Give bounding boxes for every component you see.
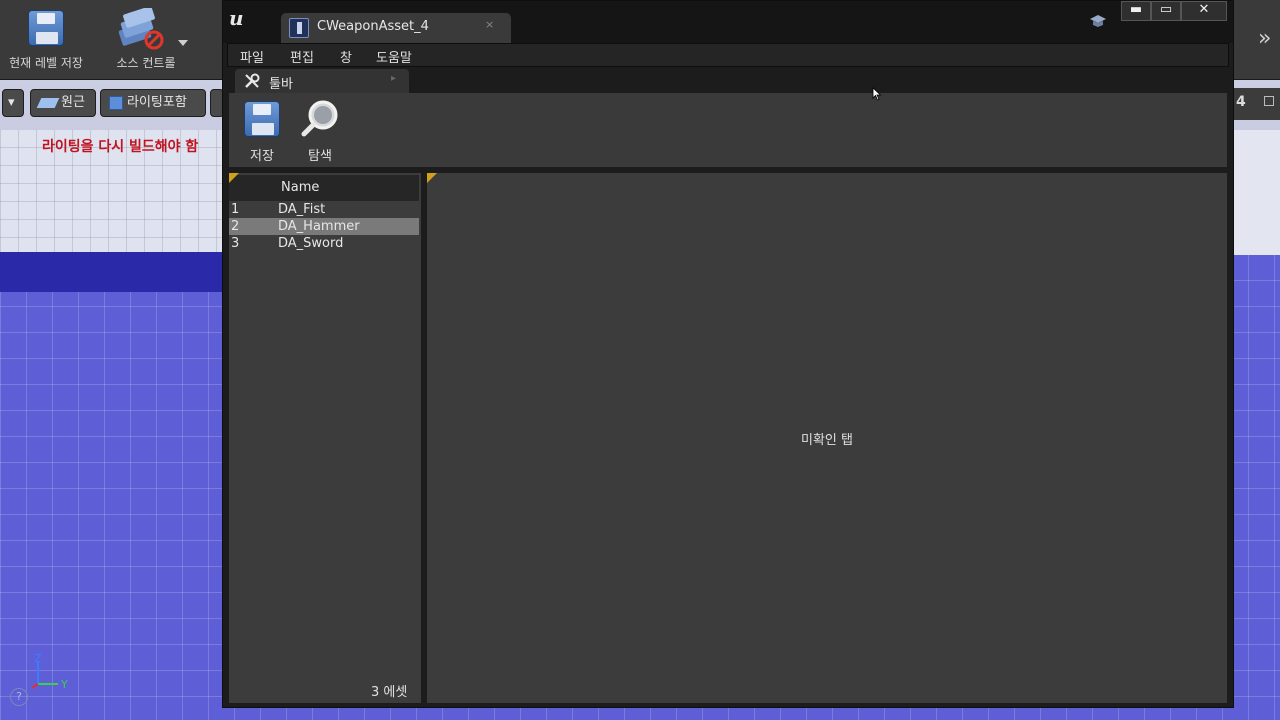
save-icon xyxy=(244,101,280,137)
save-button[interactable]: 저장 xyxy=(237,99,287,164)
panel-corner-marker xyxy=(427,173,437,183)
maximize-viewport-icon[interactable] xyxy=(1264,96,1274,106)
tutorial-cap-icon[interactable] xyxy=(1089,12,1107,30)
viewport-toolbar: ▾ 원근 라이팅포함 xyxy=(0,86,224,122)
document-tab[interactable]: CWeaponAsset_4 × xyxy=(281,13,511,43)
source-control-label: 소스 컨트롤 xyxy=(116,56,176,70)
toolbar-tab-row: 툴바 ▸ xyxy=(227,67,1229,93)
mouse-cursor-icon xyxy=(872,87,882,101)
minimize-button[interactable]: ▬ xyxy=(1121,1,1151,21)
asset-row-name: DA_Hammer xyxy=(278,219,360,234)
asset-row-selected[interactable]: 2 DA_Hammer xyxy=(229,218,419,235)
data-asset-icon xyxy=(289,18,309,38)
asset-row-number: 3 xyxy=(231,236,240,251)
document-tab-title: CWeaponAsset_4 xyxy=(317,19,429,34)
asset-toolbar: 저장 탐색 xyxy=(229,93,1227,167)
tab-toolbar[interactable]: 툴바 ▸ xyxy=(235,69,409,93)
perspective-icon xyxy=(36,97,60,108)
column-header-name[interactable]: Name xyxy=(281,180,319,195)
browse-button[interactable]: 탐색 xyxy=(295,99,345,164)
lighting-cube-icon xyxy=(109,95,123,110)
viewport-rail xyxy=(0,252,240,292)
magnifier-icon xyxy=(301,100,338,137)
menu-file[interactable]: 파일 xyxy=(240,47,264,66)
save-level-label: 현재 레벨 저장 xyxy=(9,56,83,70)
perspective-button[interactable]: 원근 xyxy=(30,89,96,117)
rebuild-lighting-warning: 라이팅을 다시 빌드해야 함 xyxy=(42,139,199,155)
asset-row[interactable]: 1 DA_Fist xyxy=(229,201,419,218)
asset-row-name: DA_Fist xyxy=(278,202,326,217)
tab-close-dot-icon[interactable]: ▸ xyxy=(391,73,396,84)
source-control-button[interactable]: 소스 컨트롤 xyxy=(100,6,192,76)
tab-close-icon[interactable]: × xyxy=(485,18,494,31)
title-bar[interactable]: u CWeaponAsset_4 × ▬ ▭ ✕ xyxy=(223,1,1233,43)
perspective-label: 원근 xyxy=(61,95,85,110)
asset-list-panel: Name 1 DA_Fist 2 DA_Hammer 3 DA_Sword 3 … xyxy=(229,173,421,703)
menu-help[interactable]: 도움말 xyxy=(376,47,412,66)
wrench-icon xyxy=(245,73,260,88)
axis-z-label: Z xyxy=(34,652,42,665)
asset-editor-window: u CWeaponAsset_4 × ▬ ▭ ✕ 파일 편집 창 도움말 툴바 … xyxy=(222,0,1234,708)
menu-window[interactable]: 창 xyxy=(340,47,352,66)
asset-row[interactable]: 3 DA_Sword xyxy=(229,235,419,252)
lighting-mode-button[interactable]: 라이팅포함 xyxy=(100,89,206,117)
browse-label: 탐색 xyxy=(308,149,332,164)
save-level-icon xyxy=(28,10,64,46)
viewport-layout-button[interactable]: 4 xyxy=(1234,88,1280,120)
unrecognized-tab-label: 미확인 탭 xyxy=(801,433,853,448)
menu-edit[interactable]: 편집 xyxy=(290,47,314,66)
axis-y-label: Y xyxy=(60,678,68,691)
asset-list-header[interactable]: Name xyxy=(229,175,419,201)
unreal-logo-icon: u xyxy=(229,6,244,30)
asset-row-number: 1 xyxy=(231,202,240,217)
asset-count-label: 3 에셋 xyxy=(371,685,408,700)
menu-bar: 파일 편집 창 도움말 xyxy=(227,43,1229,67)
lighting-mode-label: 라이팅포함 xyxy=(127,95,187,110)
save-label: 저장 xyxy=(250,149,274,164)
toolbar-overflow-icon[interactable]: » xyxy=(1258,26,1271,51)
panel-corner-marker xyxy=(229,173,239,183)
viewport-layout-value: 4 xyxy=(1236,94,1246,110)
viewport-options-dropdown[interactable]: ▾ xyxy=(2,89,24,117)
help-icon[interactable]: ? xyxy=(10,688,28,706)
maximize-button[interactable]: ▭ xyxy=(1151,1,1181,21)
toolbar-tab-label: 툴바 xyxy=(269,77,293,92)
source-control-icon xyxy=(118,8,164,50)
close-button[interactable]: ✕ xyxy=(1181,1,1227,21)
source-control-dropdown-icon[interactable] xyxy=(178,40,188,46)
axis-gizmo-icon: Z Y xyxy=(31,652,68,691)
details-panel: 미확인 탭 xyxy=(427,173,1227,703)
save-level-button[interactable]: 현재 레벨 저장 xyxy=(0,6,92,76)
asset-row-number: 2 xyxy=(231,219,240,234)
asset-row-name: DA_Sword xyxy=(278,236,344,251)
